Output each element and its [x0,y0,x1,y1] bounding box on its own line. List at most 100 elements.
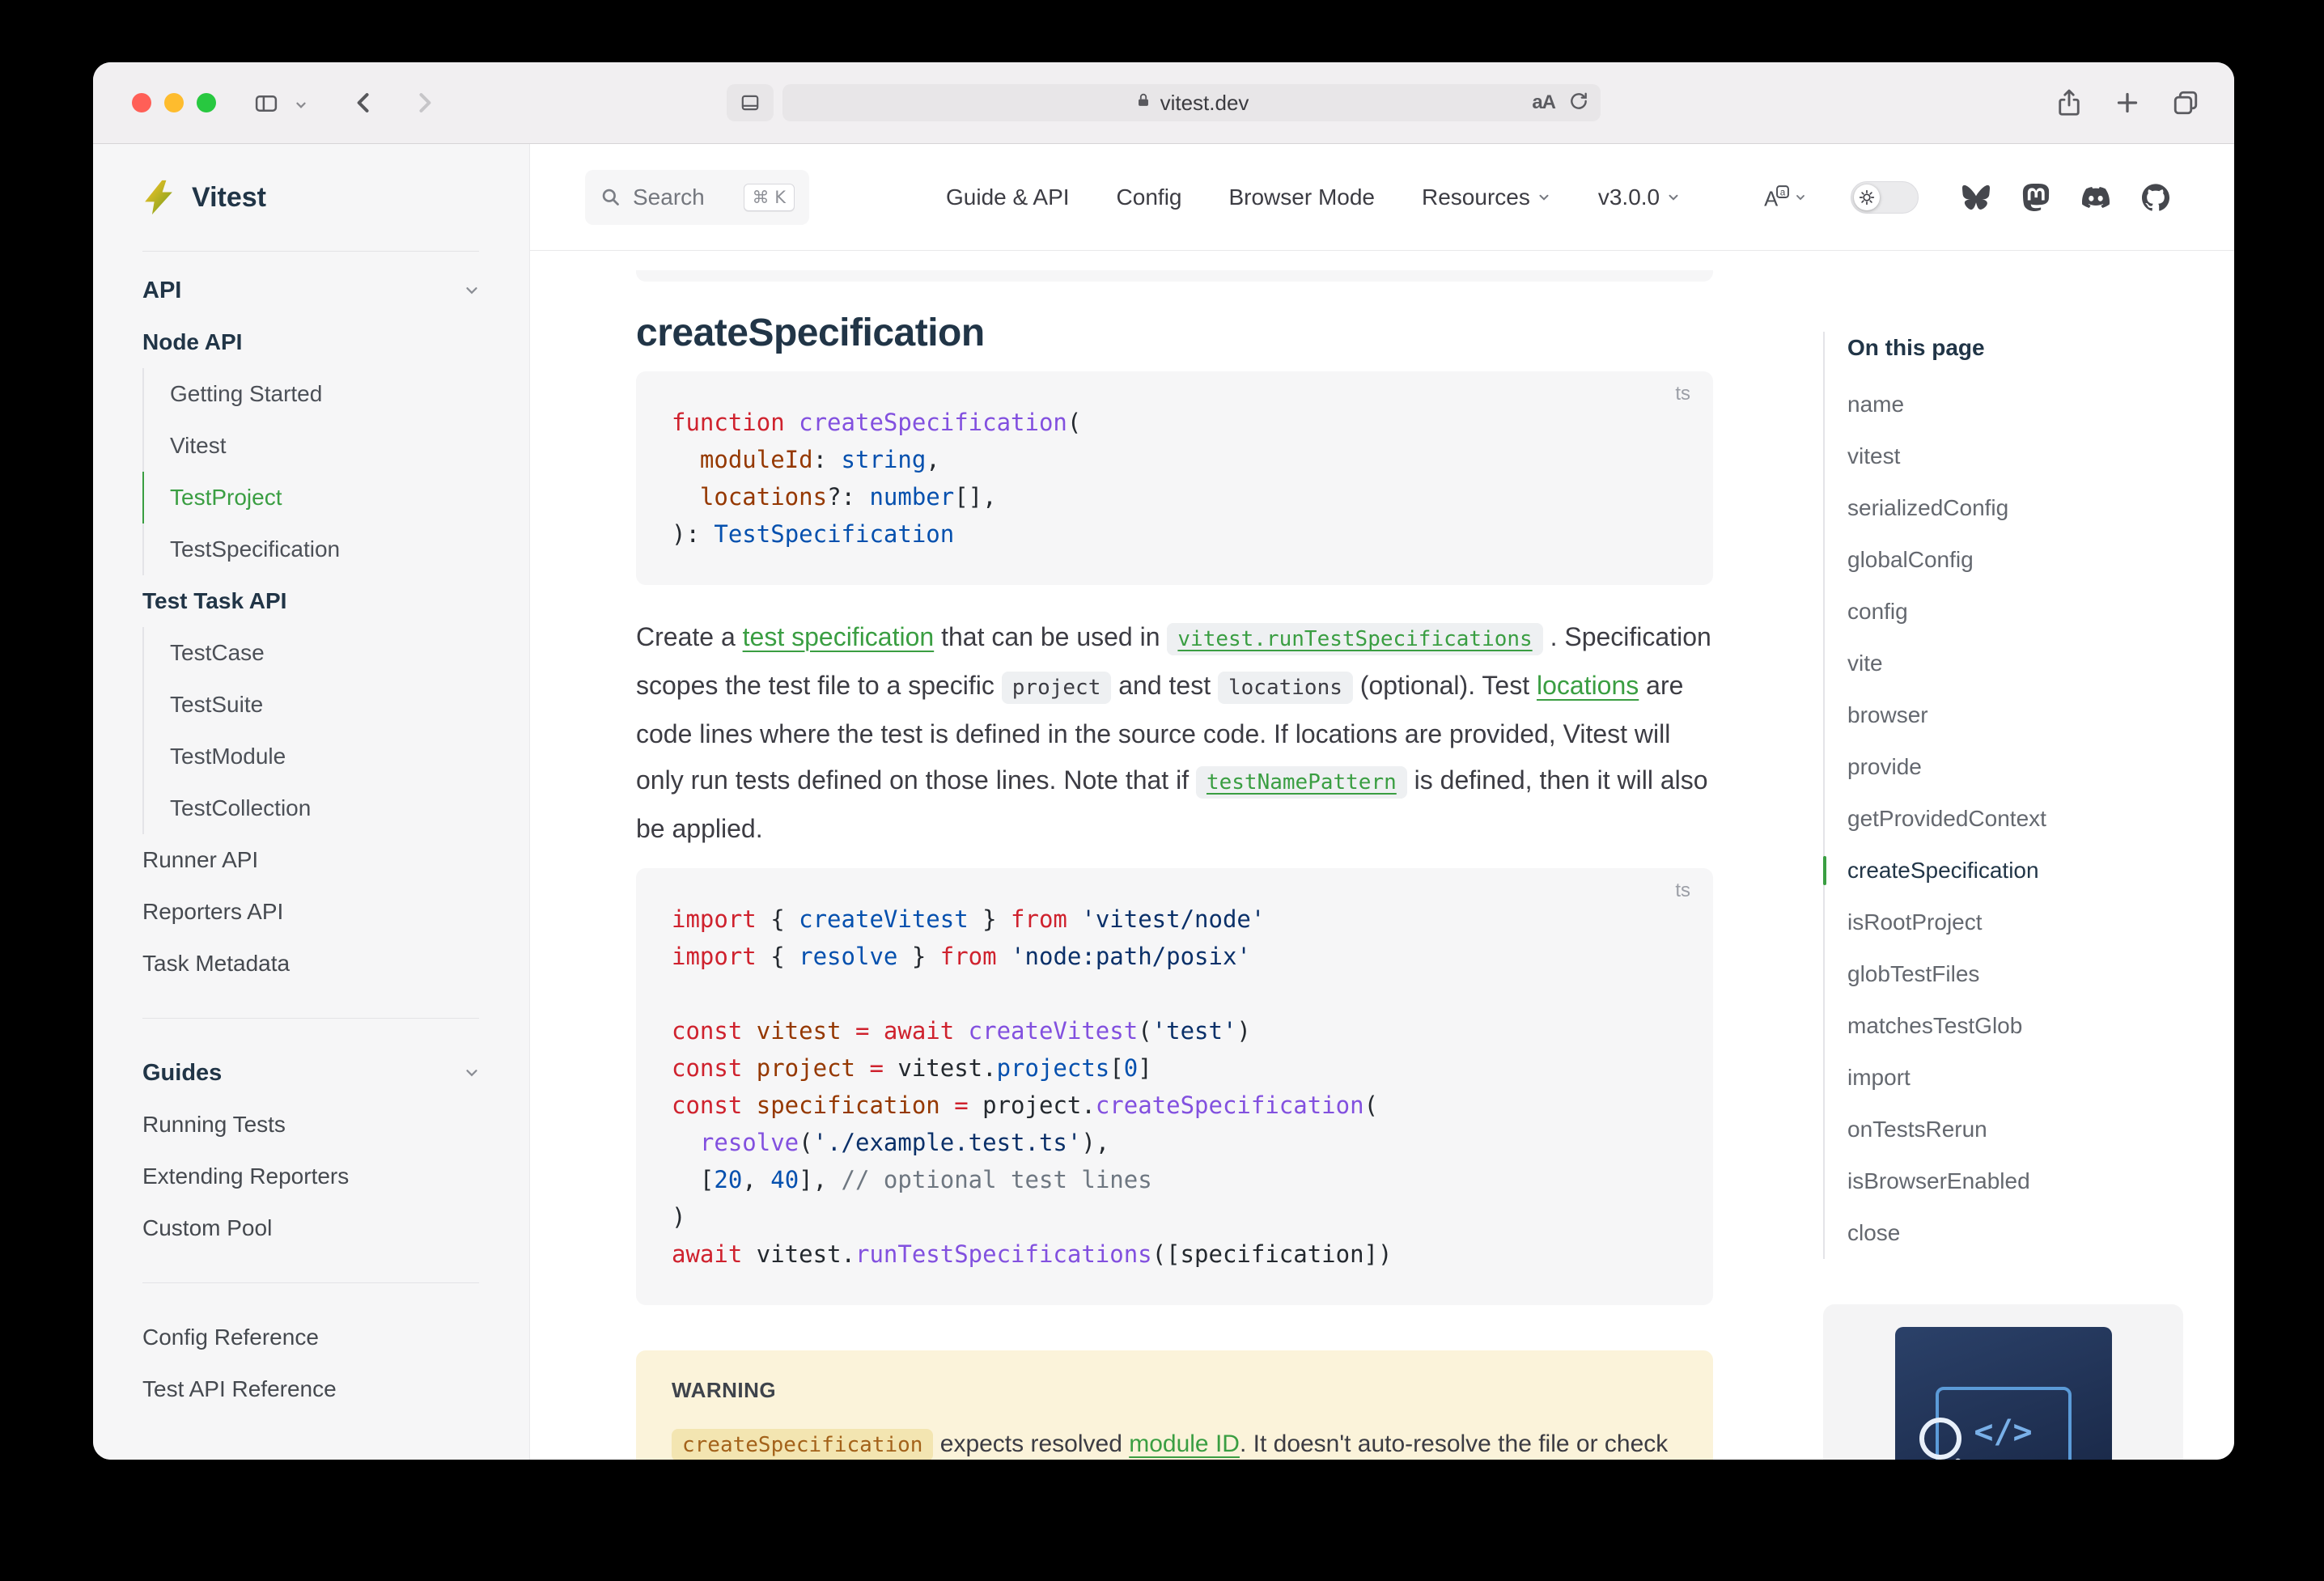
sidebar-toggle-icon[interactable] [252,91,281,116]
outline-link-isbrowserenabled[interactable]: isBrowserEnabled [1847,1155,2212,1207]
outline-active-marker [1823,856,1826,885]
close-window-button[interactable] [132,93,151,112]
chevron-down-icon [1537,190,1551,205]
inline-link[interactable]: locations [1537,671,1639,700]
sidebar-item-testspecification[interactable]: TestSpecification [142,523,529,575]
sidebar-item-task-metadata[interactable]: Task Metadata [93,938,529,990]
sidebar-item-getting-started[interactable]: Getting Started [142,368,529,420]
github-icon[interactable] [2142,184,2169,211]
nav-version-dropdown[interactable]: v3.0.0 [1575,184,1704,210]
sidebar-item-testcase[interactable]: TestCase [142,627,529,679]
outline-link-globalconfig[interactable]: globalConfig [1847,534,2212,586]
sidebar-item-node-api[interactable]: Node API [93,316,529,368]
outline-link-serializedconfig[interactable]: serializedConfig [1847,482,2212,534]
outline-link-config[interactable]: config [1847,586,2212,638]
chevron-down-icon [463,1064,481,1082]
sidebar-item-testcollection[interactable]: TestCollection [142,782,529,834]
sidebar-item-running-tests[interactable]: Running Tests [93,1099,529,1151]
sidebar-item-vitest[interactable]: Vitest [142,420,529,472]
outline-link-getprovidedcontext[interactable]: getProvidedContext [1847,793,2212,845]
nav-resources-dropdown[interactable]: Resources [1398,184,1575,210]
sidebar-item-testproject[interactable]: TestProject [142,472,529,523]
outline-title: On this page [1847,332,2212,364]
sidebar-item-test-api-reference[interactable]: Test API Reference [93,1363,529,1415]
chevron-down-icon [463,282,481,299]
vitest-logo-icon [140,179,177,216]
forward-button[interactable] [410,89,438,117]
sponsor-ad[interactable]: </> [1823,1304,2183,1460]
nav-config[interactable]: Config [1093,184,1206,210]
inline-code-link[interactable]: testNamePattern [1196,766,1407,799]
sidebar-item-testsuite[interactable]: TestSuite [142,679,529,731]
outline-link-globtestfiles[interactable]: globTestFiles [1847,948,2212,1000]
outline-link-ontestsrerun[interactable]: onTestsRerun [1847,1104,2212,1155]
inline-link[interactable]: module ID [1129,1431,1240,1457]
new-tab-icon[interactable] [2113,88,2142,117]
divider [142,1018,479,1019]
bluesky-icon[interactable] [1962,184,1990,211]
sidebar-item-config-reference[interactable]: Config Reference [93,1312,529,1363]
code-tag-icon: </> [1974,1414,2032,1451]
sidebar-item-custom-pool[interactable]: Custom Pool [93,1202,529,1254]
sidebar-item-testmodule[interactable]: TestModule [142,731,529,782]
search-input[interactable]: Search ⌘ K [585,170,809,225]
sidebar-item-extending-reporters[interactable]: Extending Reporters [93,1151,529,1202]
share-icon[interactable] [2055,88,2084,117]
sidebar-section-api[interactable]: API [93,265,529,316]
discord-icon[interactable] [2082,184,2110,211]
outline-link-browser[interactable]: browser [1847,689,2212,741]
divider [142,1282,479,1283]
code-lang-badge: ts [1675,383,1690,405]
address-bar[interactable]: vitest.dev aA [782,84,1601,121]
warning-title: WARNING [672,1378,1677,1403]
search-icon [600,186,621,208]
sponsor-ad-image: </> [1895,1327,2112,1460]
browser-toolbar: vitest.dev aA [93,62,2234,144]
nav-guide-api[interactable]: Guide & API [922,184,1093,210]
outline-link-createspecification[interactable]: createSpecification [1847,845,2212,896]
divider [142,251,479,252]
language-menu[interactable]: A a [1763,184,1807,210]
outline-aside: On this page name vitest serializedConfi… [1823,251,2212,1460]
outline-link-vitest[interactable]: vitest [1847,430,2212,482]
zoom-window-button[interactable] [197,93,216,112]
intro-paragraph: Create a test specification that can be … [636,614,1713,852]
inline-code: project [1002,672,1112,704]
outline-link-isrootproject[interactable]: isRootProject [1847,896,2212,948]
warning-body: createSpecification expects resolved mod… [672,1422,1677,1460]
sidebar: Vitest API Node API Getting Started Vite… [93,144,530,1460]
chevron-down-icon [1666,190,1681,205]
outline-link-provide[interactable]: provide [1847,741,2212,793]
theme-toggle[interactable] [1851,181,1919,214]
previous-code-block-remnant [636,270,1713,282]
browser-window: vitest.dev aA [93,62,2234,1460]
doc-content: createSpecification ts function createSp… [530,251,2234,1460]
tab-overview-icon[interactable] [2171,88,2200,117]
nav-browser-mode[interactable]: Browser Mode [1205,184,1398,210]
lock-icon [1134,91,1152,116]
translate-icon[interactable]: aA [1532,91,1555,114]
sidebar-item-reporters-api[interactable]: Reporters API [93,886,529,938]
back-button[interactable] [350,89,378,117]
outline-link-import[interactable]: import [1847,1052,2212,1104]
reload-icon[interactable] [1568,91,1589,116]
outline-link-matchestestglob[interactable]: matchesTestGlob [1847,1000,2212,1052]
page-settings-button[interactable] [727,84,774,121]
section-label: API [142,278,181,304]
sidebar-item-test-task-api[interactable]: Test Task API [93,575,529,627]
sidebar-item-runner-api[interactable]: Runner API [93,834,529,886]
sidebar-section-guides[interactable]: Guides [93,1047,529,1099]
outline-link-close[interactable]: close [1847,1207,2212,1259]
outline-link-name[interactable]: name [1847,379,2212,430]
chevron-down-icon[interactable] [294,98,308,112]
logo[interactable]: Vitest [93,144,529,251]
svg-text:a: a [1780,187,1786,197]
outline-link-vite[interactable]: vite [1847,638,2212,689]
code-text: import { createVitest } from 'vitest/nod… [672,901,1677,1273]
inline-code-link[interactable]: vitest.runTestSpecifications [1167,623,1542,655]
minimize-window-button[interactable] [164,93,184,112]
magnifier-icon [1919,1418,1961,1460]
inline-code: locations [1218,672,1353,704]
mastodon-icon[interactable] [2022,184,2050,211]
inline-link[interactable]: test specification [743,622,935,651]
